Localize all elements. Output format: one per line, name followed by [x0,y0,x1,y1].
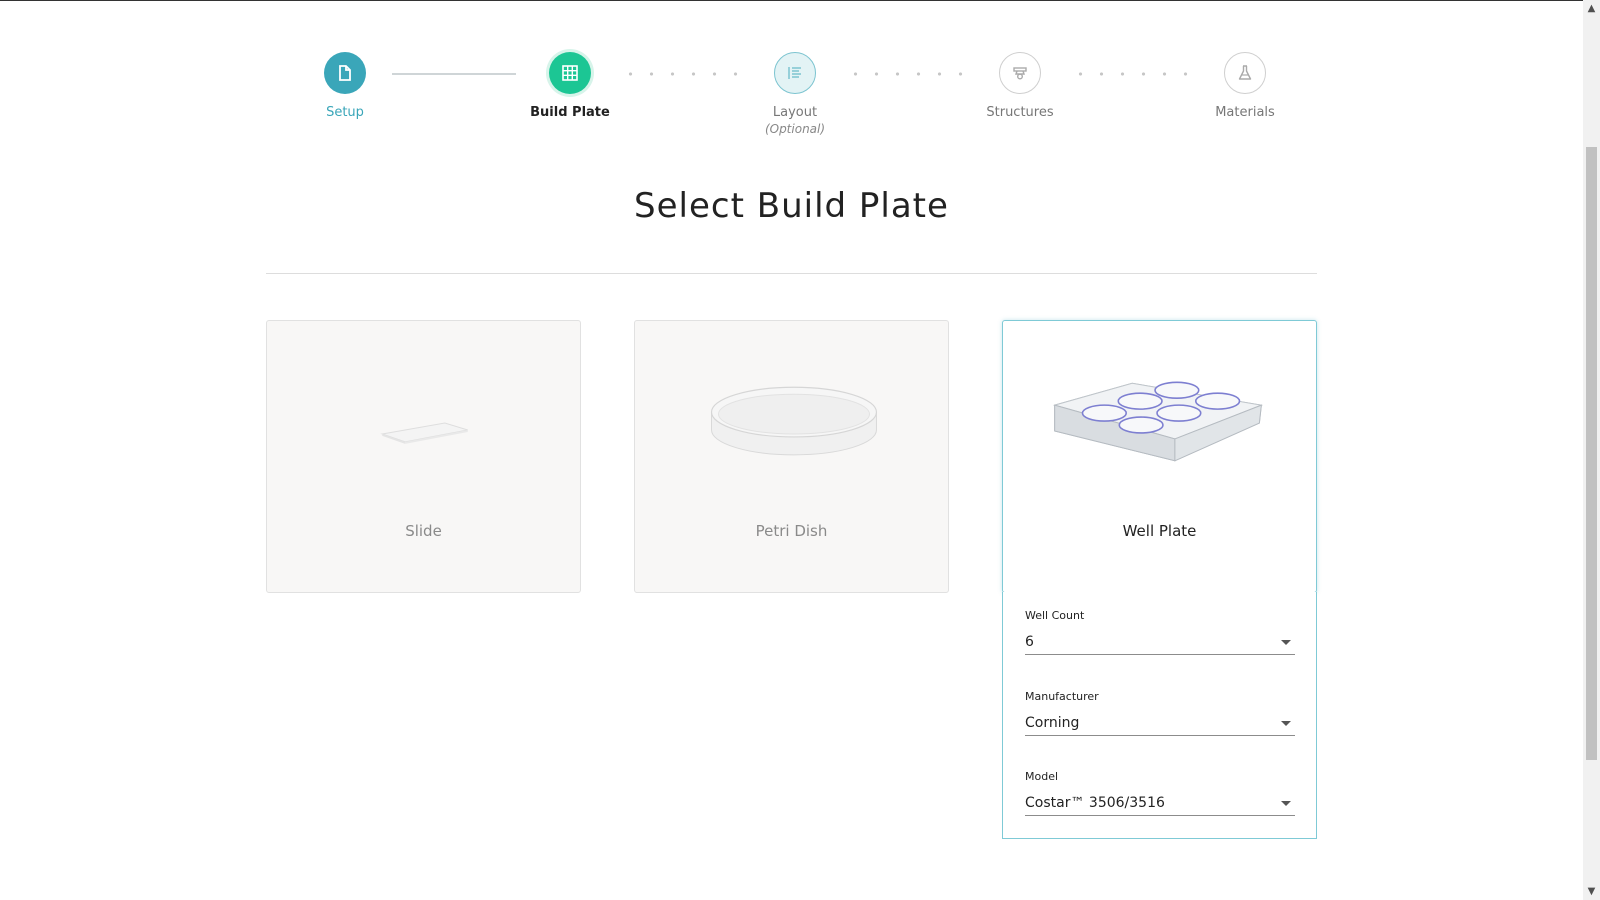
step-structures[interactable]: Structures [950,52,1090,121]
scroll-down-arrow-icon[interactable]: ▼ [1583,883,1600,900]
well-plate-options-panel: Well Count 6 Manufacturer Corning Model … [1002,592,1317,839]
petri-dish-image [710,386,878,456]
layout-list-icon [774,52,816,94]
well-count-label: Well Count [1025,609,1085,622]
step-label: Build Plate [530,105,610,120]
scroll-up-arrow-icon[interactable]: ▲ [1583,0,1600,17]
plate-card-petri-dish[interactable]: Petri Dish [634,320,949,593]
plate-card-well-plate[interactable]: Well Plate [1002,320,1317,593]
model-select[interactable]: Costar™ 3506/3516 [1025,791,1295,816]
plate-card-label: Slide [405,522,442,540]
printer-icon [999,52,1041,94]
step-label: Setup [326,105,364,120]
step-build-plate[interactable]: Build Plate [500,52,640,121]
grid-icon [549,52,591,94]
title-divider [266,273,1317,274]
manufacturer-value: Corning [1025,715,1080,731]
step-label: Materials [1215,105,1275,120]
model-value: Costar™ 3506/3516 [1025,795,1165,811]
chevron-down-icon [1281,639,1291,645]
model-field: Model Costar™ 3506/3516 [1025,770,1295,816]
page-title: Select Build Plate [634,186,949,226]
model-label: Model [1025,770,1059,783]
well-count-value: 6 [1025,634,1034,650]
manufacturer-label: Manufacturer [1025,690,1099,703]
scrollbar-thumb[interactable] [1586,147,1597,760]
step-setup[interactable]: Setup [275,52,415,121]
step-layout[interactable]: Layout (Optional) [725,52,865,138]
plate-card-label: Petri Dish [755,522,828,540]
manufacturer-field: Manufacturer Corning [1025,690,1295,736]
well-count-select[interactable]: 6 [1025,630,1295,655]
step-label: Layout [772,105,818,120]
plate-card-slide[interactable]: Slide [266,320,581,593]
slide-image [380,422,468,444]
wizard-stepper: Setup Build Plate Layout (Optional) Stru… [0,52,1583,142]
vertical-scrollbar[interactable]: ▲ ▼ [1583,0,1600,900]
well-count-field: Well Count 6 [1025,609,1295,655]
chevron-down-icon [1281,720,1291,726]
document-icon [324,52,366,94]
chevron-down-icon [1281,800,1291,806]
step-label: Structures [986,105,1054,120]
step-materials[interactable]: Materials [1175,52,1315,121]
window-top-border [0,0,1600,1]
flask-icon [1224,52,1266,94]
well-plate-image [1052,381,1264,462]
plate-card-label: Well Plate [1122,522,1197,540]
step-sublabel: (Optional) [764,122,826,136]
manufacturer-select[interactable]: Corning [1025,711,1295,736]
